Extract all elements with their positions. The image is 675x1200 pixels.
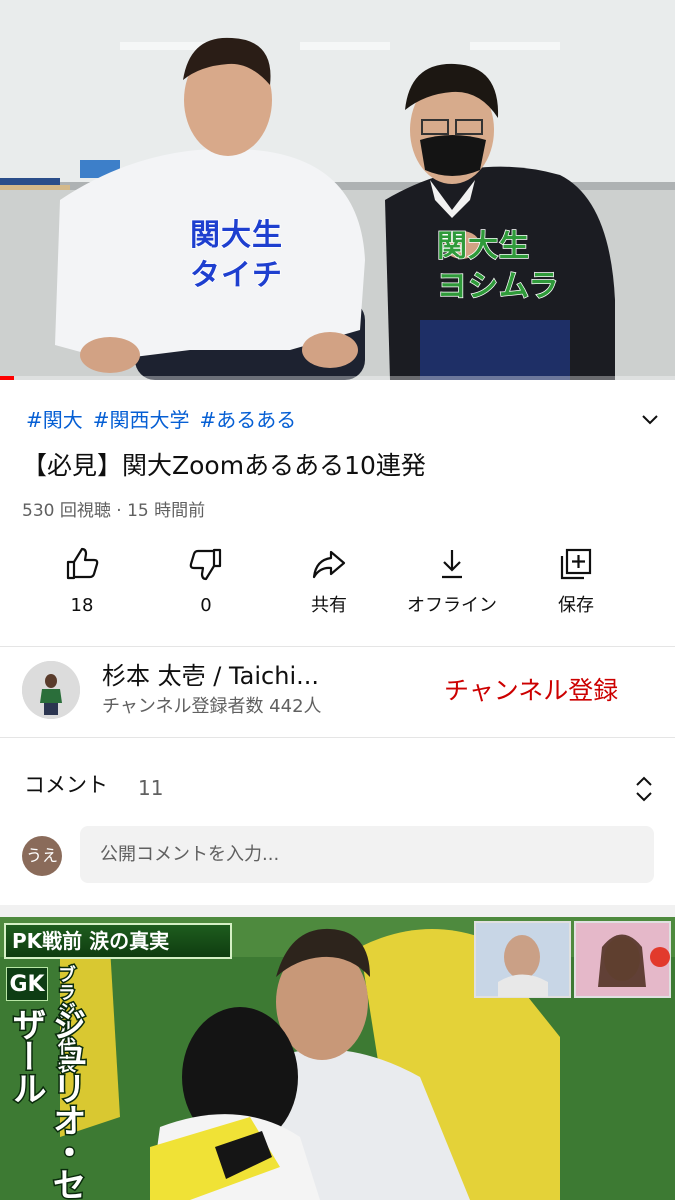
offline-button[interactable]: オフライン [390,546,514,632]
offline-label: オフライン [407,595,497,616]
download-icon [442,550,462,579]
next-video-thumbnail[interactable]: PK戦前 涙の真実 GK ブラジル代表 ジュリオ・セザール [0,917,675,1200]
hashtag-list: #関大 #関西大学 #あるある [26,405,306,435]
comments-count: 11 [138,776,164,800]
dislike-count: 0 [200,595,212,616]
thumbnail-main-caption: ジュリオ・セザール [5,1006,88,1200]
share-label: 共有 [311,595,347,616]
hashtag-link[interactable]: #関西大学 [93,408,190,432]
add-to-playlist-icon [560,548,592,580]
like-count: 18 [70,595,94,616]
video-progress-fill [0,376,14,380]
expand-collapse-icon[interactable] [634,774,654,804]
save-button[interactable]: 保存 [514,546,638,632]
video-player[interactable]: 関大生 タイチ 関大生 ヨシムラ [0,0,675,380]
hashtag-link[interactable]: #関大 [26,408,83,432]
dislike-button[interactable]: 0 [144,546,268,632]
like-button[interactable]: 18 [20,546,144,632]
comment-input[interactable] [80,826,654,883]
video-caption-right: 関大生 ヨシムラ [436,228,560,305]
video-progress-bar[interactable] [0,376,675,380]
divider [0,737,675,738]
video-frame-image [0,0,675,380]
channel-name[interactable]: 杉本 太壱 / Taichi... [102,660,402,692]
thumbnail-banner-text: PK戦前 涙の真実 [4,923,232,959]
channel-avatar[interactable] [22,661,80,719]
hashtag-link[interactable]: #あるある [200,408,297,432]
save-label: 保存 [558,595,594,616]
chevron-down-icon[interactable] [638,408,662,432]
thumbnail-badge: GK [6,967,48,1001]
comments-title[interactable]: コメント [24,769,108,801]
next-video-image [0,917,675,1200]
subscribe-button[interactable]: チャンネル登録 [444,673,618,709]
share-arrow-icon [312,550,346,579]
divider [0,646,675,647]
share-button[interactable]: 共有 [267,546,391,632]
thumbs-up-icon [66,547,99,580]
channel-subscriber-count: チャンネル登録者数 442人 [102,696,322,717]
video-caption-left: 関大生 タイチ [189,217,283,294]
video-title[interactable]: 【必見】関大Zoomあるある10連発 [22,447,426,485]
thumbs-down-icon [189,548,222,581]
video-view-meta: 530 回視聴 · 15 時間前 [22,501,206,521]
user-avatar: うえ [22,836,62,876]
section-separator [0,905,675,917]
